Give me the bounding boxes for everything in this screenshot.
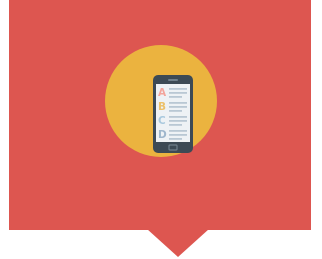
line <box>169 110 182 112</box>
option-letter-a: A <box>158 87 167 99</box>
line <box>169 116 187 118</box>
line <box>169 138 182 140</box>
line <box>169 130 187 132</box>
option-letter-b: B <box>158 101 166 113</box>
phone-svg: A B C D <box>153 75 193 153</box>
banner-pointer <box>147 229 209 257</box>
line <box>169 106 187 108</box>
line <box>169 102 187 104</box>
option-letter-c: C <box>158 115 166 127</box>
line <box>169 134 187 136</box>
line <box>169 96 182 98</box>
page: A B C D <box>0 0 322 259</box>
option-letter-d: D <box>158 129 167 141</box>
line <box>169 120 187 122</box>
mobile-quiz-icon: A B C D <box>152 74 194 154</box>
line <box>169 124 182 126</box>
line <box>169 92 187 94</box>
phone-speaker <box>168 79 178 81</box>
line <box>169 88 187 90</box>
